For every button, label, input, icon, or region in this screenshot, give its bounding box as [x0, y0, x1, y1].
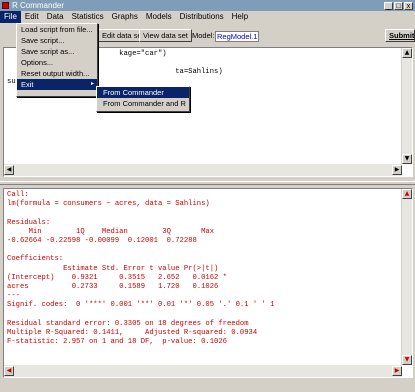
menu-item-exit-label: Exit: [21, 80, 34, 89]
menu-item-load-script[interactable]: Load script from file...: [17, 24, 97, 35]
output-vertical-scrollbar[interactable]: ▲ ▼: [401, 189, 412, 365]
menu-models[interactable]: Models: [142, 11, 176, 23]
menu-help[interactable]: Help: [228, 11, 252, 23]
menu-file[interactable]: File: [0, 11, 21, 23]
close-button[interactable]: x: [404, 1, 413, 10]
scroll-left-icon[interactable]: ◀: [4, 165, 14, 175]
menu-statistics[interactable]: Statistics: [68, 11, 108, 23]
script-vertical-scrollbar[interactable]: ▲ ▼: [401, 48, 412, 164]
menu-item-reset-output-width[interactable]: Reset output width...: [17, 68, 97, 79]
menu-item-options[interactable]: Options...: [17, 57, 97, 68]
exit-submenu: From Commander From Commander and R: [96, 86, 190, 112]
minimize-button[interactable]: _: [384, 1, 393, 10]
scroll-down-icon[interactable]: ▼: [402, 355, 412, 365]
submit-button[interactable]: Submit: [385, 29, 415, 42]
scroll-right-icon[interactable]: ▶: [392, 366, 402, 376]
menu-item-exit-from-commander-and-r[interactable]: From Commander and R: [97, 98, 189, 109]
model-label: Model:: [192, 31, 215, 40]
title-bar: R Commander _ □ x: [0, 0, 415, 11]
scroll-down-icon[interactable]: ▼: [402, 154, 412, 164]
scroll-left-icon[interactable]: ◀: [4, 366, 14, 376]
scroll-right-icon[interactable]: ▶: [392, 165, 402, 175]
menu-distributions[interactable]: Distributions: [176, 11, 228, 23]
output-horizontal-scrollbar[interactable]: ◀ ▶: [4, 365, 402, 377]
maximize-button[interactable]: □: [394, 1, 403, 10]
menu-item-save-script[interactable]: Save script...: [17, 35, 97, 46]
menu-data[interactable]: Data: [43, 11, 68, 23]
menu-item-exit[interactable]: Exit ▸: [17, 79, 97, 90]
menu-graphs[interactable]: Graphs: [108, 11, 142, 23]
scroll-up-icon[interactable]: ▲: [402, 48, 412, 58]
model-selector[interactable]: RegModel.1: [215, 31, 260, 42]
submenu-arrow-icon: ▸: [90, 81, 94, 87]
output-text: Call: lm(formula = consumers ~ acres, da…: [7, 191, 275, 347]
window-title: R Commander: [12, 1, 65, 10]
view-data-set-button[interactable]: View data set: [139, 29, 192, 42]
window-controls: _ □ x: [384, 0, 413, 11]
scroll-up-icon[interactable]: ▲: [402, 189, 412, 199]
r-logo-icon: [2, 2, 9, 9]
menu-item-save-script-as[interactable]: Save script as...: [17, 46, 97, 57]
status-bar: [0, 380, 415, 392]
file-menu-dropdown: Load script from file... Save script... …: [16, 23, 98, 97]
menu-bar: File Edit Data Statistics Graphs Models …: [0, 11, 415, 23]
menu-edit[interactable]: Edit: [21, 11, 43, 23]
output-window[interactable]: Call: lm(formula = consumers ~ acres, da…: [3, 188, 413, 378]
pane-divider[interactable]: [0, 181, 415, 185]
menu-item-exit-from-commander[interactable]: From Commander: [97, 87, 189, 98]
script-horizontal-scrollbar[interactable]: ◀ ▶: [4, 164, 402, 176]
